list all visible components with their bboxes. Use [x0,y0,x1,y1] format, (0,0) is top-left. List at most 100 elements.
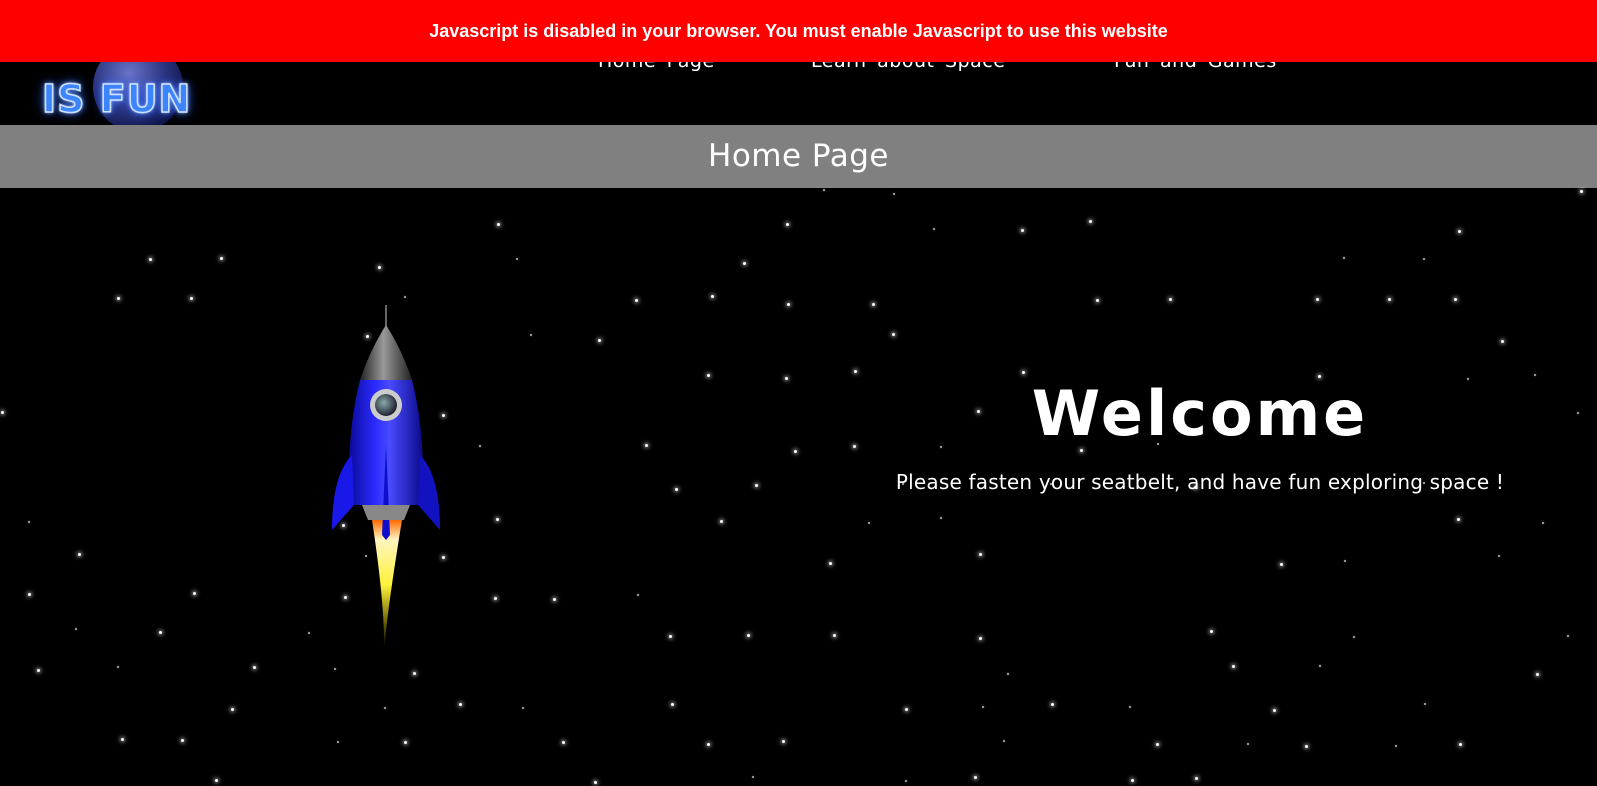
star [336,740,339,743]
star [1231,665,1235,669]
star [496,223,500,227]
welcome-subtitle: Please fasten your seatbelt, and have fu… [895,470,1505,495]
star [635,299,639,303]
star [404,741,408,745]
star [1576,411,1579,414]
star [675,487,679,491]
star [1457,229,1461,233]
star [1247,742,1250,745]
star [479,445,482,448]
star [458,702,462,706]
star [230,707,234,711]
page-title: Home Page [0,125,1597,188]
star [412,671,416,675]
star [220,257,224,261]
star [215,779,219,783]
star [905,708,909,712]
star [28,520,31,523]
star [1129,706,1132,709]
star [833,634,837,638]
star [707,743,711,747]
star [1343,559,1346,562]
star [1423,258,1426,261]
star [1169,298,1173,302]
star [940,516,943,519]
star [1051,702,1055,706]
star [785,377,789,381]
star [787,303,791,307]
star [1209,629,1213,633]
rocket-icon [332,305,440,650]
star [1088,220,1092,224]
star [854,370,858,374]
star [868,521,871,524]
star [1131,778,1135,782]
star [973,775,977,779]
star [794,449,798,453]
star [27,593,31,597]
star [190,296,194,300]
star [852,445,856,449]
star [1095,299,1099,303]
star [742,261,746,265]
star [979,553,983,557]
star [979,636,983,640]
star [891,332,895,336]
star [1304,745,1308,749]
star [1003,740,1006,743]
star [747,633,751,637]
star [823,188,826,191]
star [597,339,601,343]
star [1021,228,1025,232]
page: IS FUN Home Page Learn about Space Fun a… [0,0,1597,786]
star [1315,297,1319,301]
star [78,553,82,557]
star [932,227,935,230]
star [1353,636,1356,639]
star [521,706,524,709]
star [515,257,518,260]
star [562,740,566,744]
star [494,597,498,601]
star [1280,562,1284,566]
star [192,592,196,596]
star [593,781,597,785]
star [668,634,672,638]
star [1541,522,1544,525]
star [1580,189,1584,193]
star [75,627,78,630]
welcome-section: Welcome Please fasten your seatbelt, and… [880,377,1520,495]
star [1273,709,1277,713]
star [1021,370,1025,374]
star [1343,257,1346,259]
star [159,631,163,635]
star [871,302,875,306]
star [710,295,714,299]
star [1497,555,1500,558]
star [1194,777,1198,781]
star [308,632,311,635]
star [752,776,755,779]
star [181,739,185,743]
star [644,443,648,447]
star [1319,664,1322,667]
star [636,594,639,597]
star [1457,518,1461,522]
star [982,706,985,709]
star [670,702,674,706]
star [1387,298,1391,302]
star [1453,297,1457,301]
star [904,779,907,782]
star [1534,373,1537,376]
star [117,665,120,668]
star [252,666,256,670]
welcome-heading: Welcome [1031,377,1369,450]
star [378,265,382,269]
star [1156,742,1160,746]
star [117,297,121,301]
star [0,411,4,415]
star [1567,635,1570,638]
star [893,192,896,195]
star [828,562,832,566]
javascript-disabled-banner: Javascript is disabled in your browser. … [0,0,1597,62]
